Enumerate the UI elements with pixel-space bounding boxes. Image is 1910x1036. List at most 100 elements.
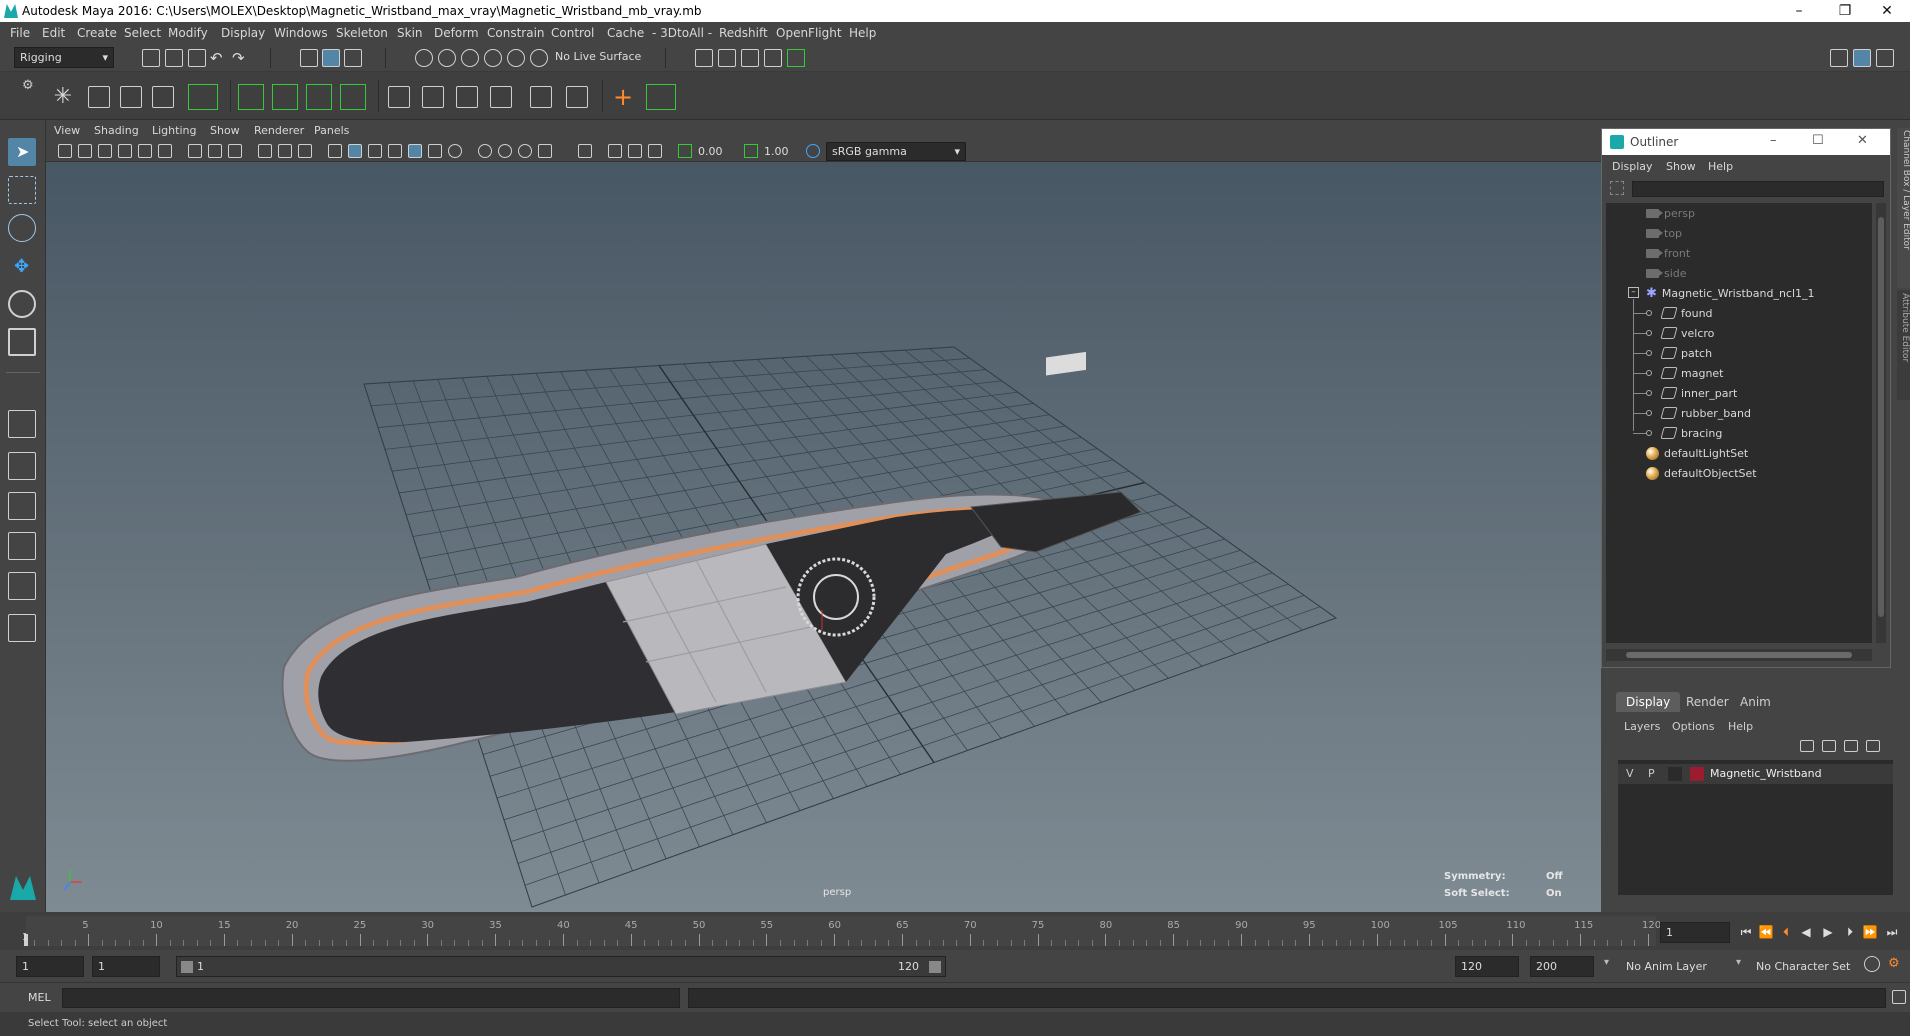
paint-select-tool[interactable] [8,214,36,242]
range-slider[interactable]: 1 120 [176,956,946,977]
menu-windows[interactable]: Windows [274,26,328,40]
menu-constrain[interactable]: Constrain [487,26,545,40]
safe-action-icon[interactable] [298,144,312,158]
mirror-joint-icon[interactable] [188,84,218,110]
viewport-menu-renderer[interactable]: Renderer [254,124,304,137]
grease-pencil-icon[interactable] [158,144,172,158]
outliner-close-icon[interactable]: ✕ [1857,133,1868,148]
menu-select[interactable]: Select [124,26,161,40]
time-slider-track[interactable]: 1 5 10 15 20 25 30 35 40 45 50 55 60 65 70 75 80 85 90 95 1… [22,916,1661,946]
outliner-search-field[interactable] [1632,181,1884,197]
menu-skeleton[interactable]: Skeleton [336,26,388,40]
outliner-item-magnetic-wristband-ncl1-1[interactable]: ✱ Magnetic_Wristband_ncl1_1 [1646,283,1815,303]
anim-layer-dropdown[interactable]: No Anim Layer [1620,956,1738,977]
select-tool[interactable]: ➤ [8,138,36,166]
ik-handle-icon[interactable] [88,86,110,108]
two-pane-layout[interactable] [8,492,36,520]
open-scene-icon[interactable] [165,49,183,67]
interactive-bind-icon[interactable] [340,84,366,110]
step-back-key-icon[interactable]: ⏴ [1778,924,1794,940]
paint-weights-icon[interactable] [272,84,298,110]
outliner-item-bracing[interactable]: bracing [1660,423,1722,443]
outliner-menu-show[interactable]: Show [1666,160,1696,173]
constraint-orient-icon[interactable] [456,86,478,108]
move-layer-up-icon[interactable] [1800,740,1814,752]
time-slider[interactable]: 1 5 10 15 20 25 30 35 40 45 50 55 60 65 70 75 80 85 90 95 1… [0,912,1910,950]
viewport-menu-shading[interactable]: Shading [94,124,139,137]
playback-end-field[interactable]: 120 [1455,956,1519,977]
minimize-button[interactable]: – [1776,0,1822,22]
animation-end-field[interactable]: 200 [1530,956,1594,977]
menu-file[interactable]: File [10,26,30,40]
depth-of-field-icon[interactable] [538,144,552,158]
script-language-toggle[interactable]: MEL [28,991,51,1004]
select-object-icon[interactable] [322,49,340,67]
anti-aliasing-icon[interactable] [518,144,532,158]
outliner-menu-help[interactable]: Help [1708,160,1733,173]
insert-joint-icon[interactable] [152,86,174,108]
play-backwards-icon[interactable]: ◀ [1798,924,1814,940]
script-editor-icon[interactable] [1892,990,1906,1004]
menu-display[interactable]: Display [221,26,265,40]
layer-visibility-toggle[interactable]: V [1626,767,1634,780]
live-surface-label[interactable]: No Live Surface [555,50,641,63]
help-menu[interactable]: Help [1728,720,1753,733]
outliner-item-defaultobjectset[interactable]: defaultObjectSet [1646,463,1757,483]
step-forward-key-icon[interactable]: ⏵ [1842,924,1858,940]
exposure-value[interactable]: 0.00 [698,145,723,158]
lasso-tool[interactable] [8,176,36,204]
current-frame-field[interactable]: 1 [1660,922,1730,943]
grid-icon[interactable] [188,144,202,158]
wireframe-icon[interactable] [328,144,342,158]
scale-tool[interactable] [8,328,36,356]
outliner-menu-display[interactable]: Display [1612,160,1653,173]
undo-icon[interactable]: ↶ [210,49,228,67]
outliner-item-inner-part[interactable]: inner_part [1660,383,1737,403]
rotate-tool[interactable] [8,290,36,318]
menu-set-dropdown[interactable]: Rigging ▾ [14,47,114,68]
chevron-down-icon[interactable]: ▾ [1604,957,1609,968]
constraint-scale-icon[interactable] [490,86,512,108]
redo-icon[interactable]: ↷ [232,49,250,67]
tool-settings-icon[interactable] [1876,49,1894,67]
layers-menu[interactable]: Layers [1624,720,1660,733]
shadows-icon[interactable] [448,144,462,158]
ik-spline-icon[interactable] [120,86,142,108]
outliner-minimize-icon[interactable]: – [1770,133,1777,148]
channel-box-side-tab[interactable]: Channel Box / Layer Editor [1897,128,1910,288]
outliner-item-found[interactable]: found [1660,303,1713,323]
preferences-icon[interactable]: ⚙ [1888,956,1904,972]
stacked-layout[interactable] [8,532,36,560]
camera-attributes-icon[interactable] [78,144,92,158]
menu-deform[interactable]: Deform [434,26,479,40]
image-plane-icon[interactable] [118,144,132,158]
layer-row[interactable]: V P Magnetic_Wristband [1618,764,1893,784]
select-hierarchy-icon[interactable] [300,49,318,67]
outliner-item-magnet[interactable]: magnet [1660,363,1724,383]
new-layer-from-selected-icon[interactable] [1866,740,1880,752]
outliner-vertical-scrollbar[interactable] [1876,203,1886,643]
field-chart-icon[interactable] [278,144,292,158]
select-component-icon[interactable] [344,49,362,67]
outliner-item-defaultlightset[interactable]: defaultLightSet [1646,443,1748,463]
outliner-maximize-icon[interactable]: ☐ [1812,133,1824,148]
perspective-viewport[interactable]: persp Symmetry: Off Soft Select: On [46,162,1601,912]
render-view-icon[interactable] [787,49,805,67]
hypershade-icon[interactable] [764,49,782,67]
viewport-menu-view[interactable]: View [54,124,80,137]
chevron-down-icon[interactable]: ▾ [1736,957,1741,968]
menu-control[interactable]: Control [551,26,594,40]
outliner-item-persp[interactable]: persp [1646,203,1695,223]
step-forward-frame-icon[interactable]: ⏩ [1862,924,1878,940]
go-to-start-icon[interactable]: ⏮ [1738,924,1754,940]
outliner-titlebar[interactable]: Outliner – ☐ ✕ [1602,129,1890,155]
screen-space-ao-icon[interactable] [478,144,492,158]
four-pane-layout[interactable] [8,452,36,480]
bookmark-icon[interactable] [98,144,112,158]
outliner-item-front[interactable]: front [1646,243,1690,263]
layout-icon[interactable] [1830,49,1848,67]
bind-skin-icon[interactable] [238,84,264,110]
motion-blur-icon[interactable] [498,144,512,158]
snap-view-icon[interactable] [484,49,502,67]
menu-openflight[interactable]: OpenFlight [776,26,842,40]
